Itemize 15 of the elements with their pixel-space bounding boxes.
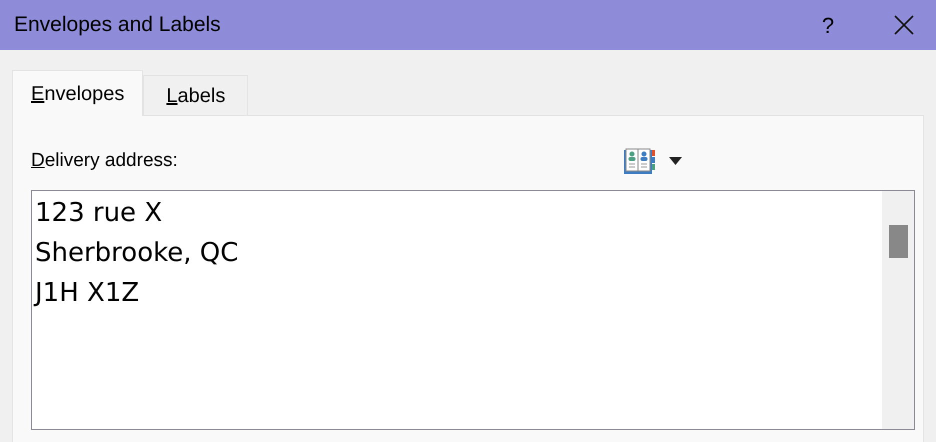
scrollbar-thumb[interactable] [889, 225, 908, 258]
address-field[interactable]: 123 rue X Sherbrooke, QC J1H X1Z [31, 190, 915, 430]
delivery-address-label: Delivery address: [31, 148, 179, 173]
window-title: Envelopes and Labels [14, 12, 222, 38]
caret-icon [669, 157, 682, 165]
tab[interactable]: Envelopes [12, 70, 144, 116]
address-line: Sherbrooke, QC [35, 237, 238, 270]
scrollbar[interactable] [882, 191, 914, 429]
address-book-icon [624, 148, 655, 174]
close-icon [894, 15, 914, 35]
address-book-button[interactable] [623, 146, 683, 176]
help-button[interactable]: ? [808, 5, 848, 45]
address-line: J1H X1Z [35, 277, 140, 310]
address-line: 123 rue X [35, 197, 162, 230]
tab[interactable]: Labels [143, 75, 248, 115]
